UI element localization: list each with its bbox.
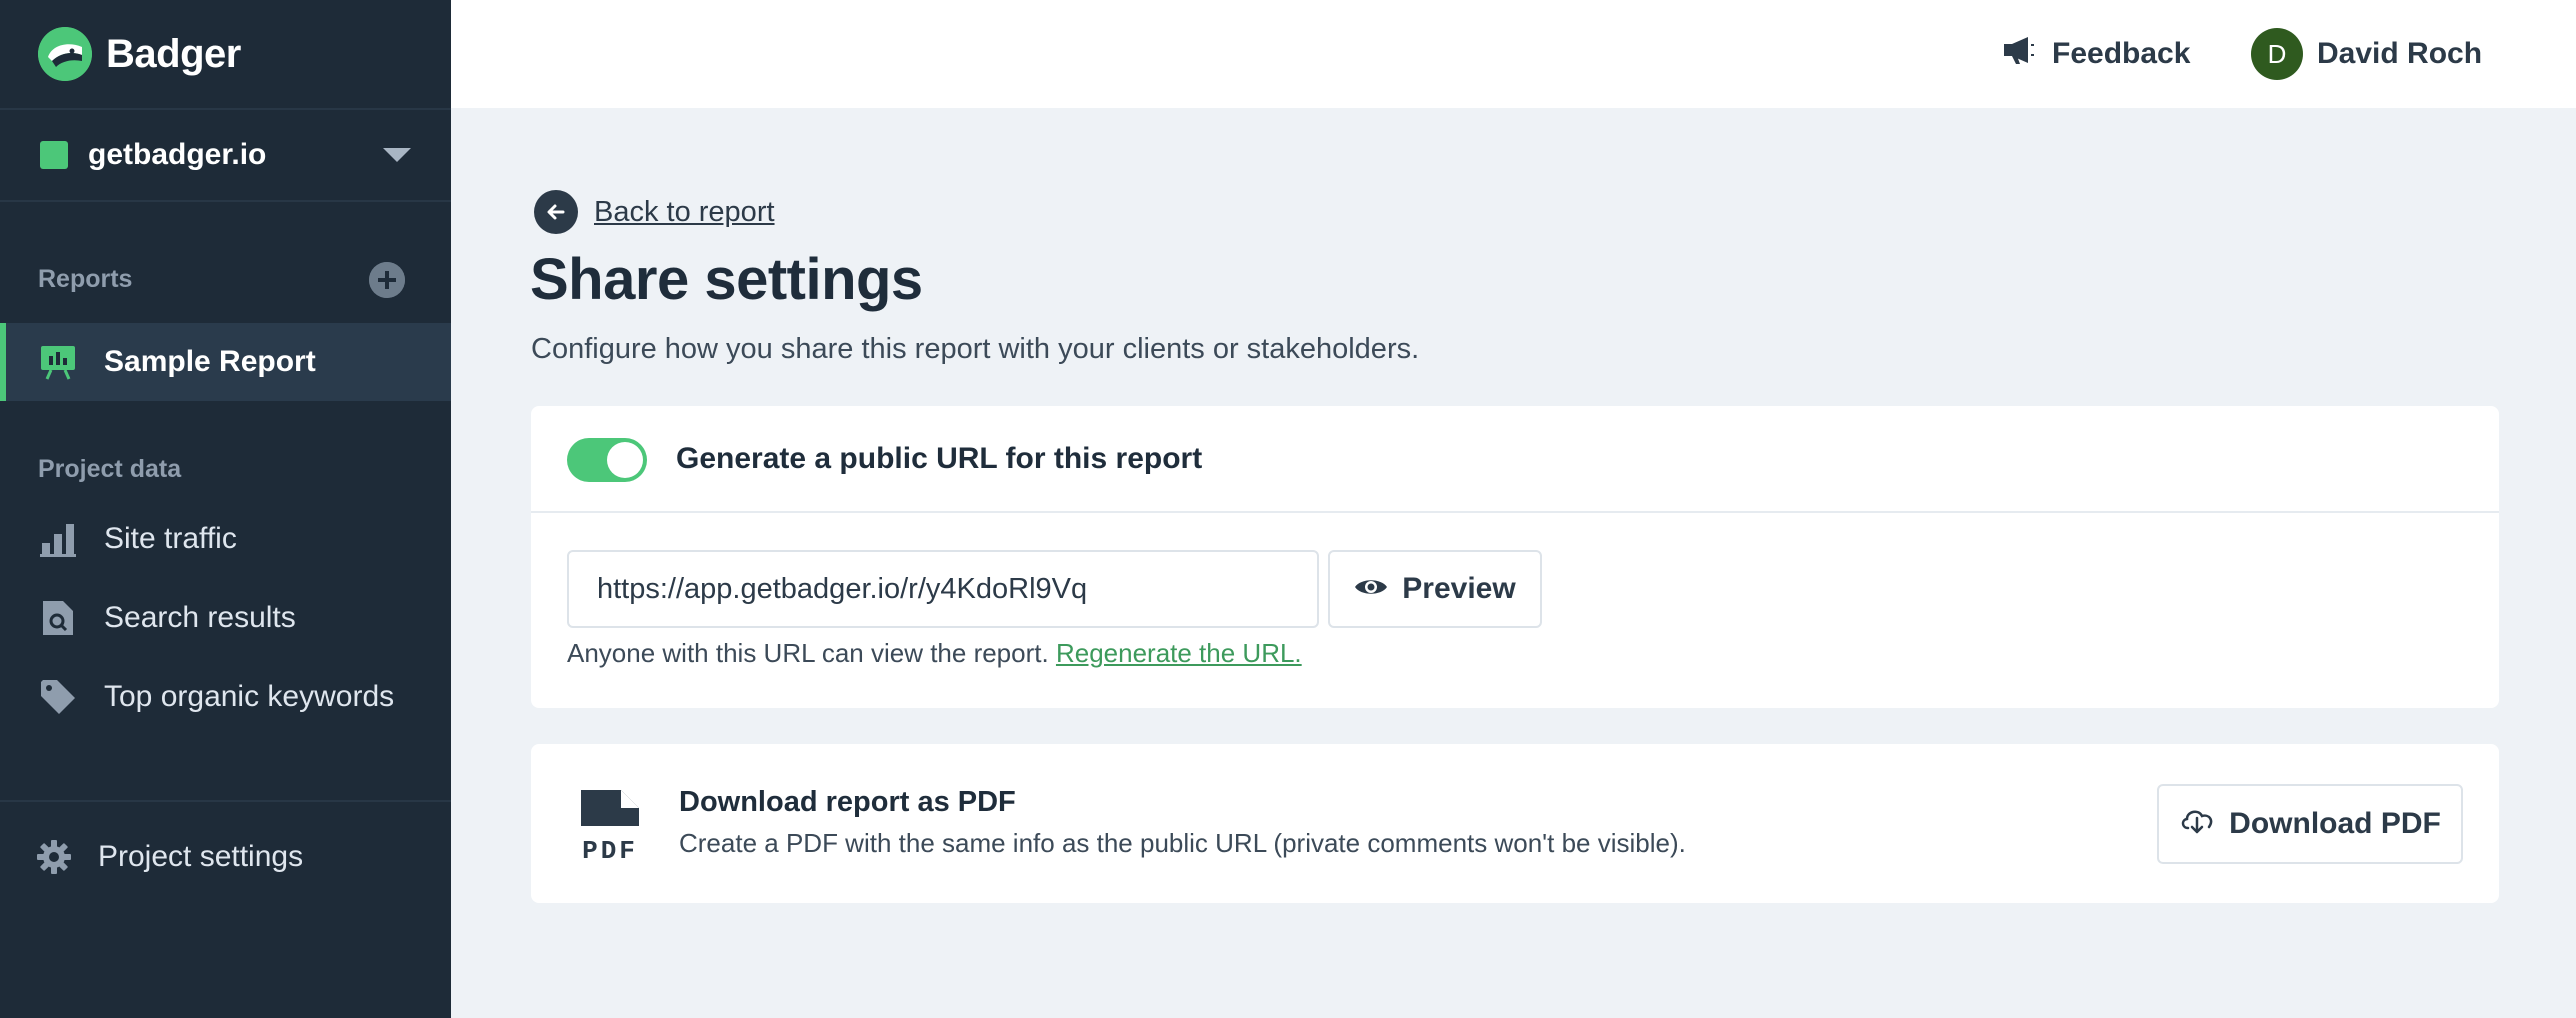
regenerate-url-link[interactable]: Regenerate the URL.	[1056, 638, 1302, 668]
sidebar-item-label: Top organic keywords	[104, 680, 395, 713]
preview-label: Preview	[1402, 572, 1516, 605]
tag-icon	[38, 677, 78, 717]
pdf-title: Download report as PDF	[679, 786, 1016, 818]
sidebar-item-top-organic-keywords[interactable]: Top organic keywords	[0, 658, 451, 736]
divider	[0, 800, 451, 802]
sidebar-item-label: Site traffic	[104, 522, 237, 555]
sidebar-item-label: Search results	[104, 601, 296, 634]
brand-name: Badger	[106, 31, 241, 76]
user-menu[interactable]: D David Roch	[2251, 28, 2482, 80]
pdf-description: Create a PDF with the same info as the p…	[679, 828, 1686, 858]
eye-icon	[1354, 572, 1388, 606]
toggle-knob	[607, 442, 643, 478]
page-title: Share settings	[530, 247, 923, 312]
sidebar-item-project-settings[interactable]: Project settings	[0, 818, 451, 896]
feedback-button[interactable]: Feedback	[2002, 32, 2190, 76]
sidebar-item-sample-report[interactable]: Sample Report	[0, 323, 451, 401]
reports-section-title: Reports	[38, 265, 133, 293]
project-name: getbadger.io	[88, 138, 267, 171]
search-document-icon	[38, 598, 78, 638]
preview-button[interactable]: Preview	[1328, 550, 1542, 628]
project-switcher[interactable]: getbadger.io	[0, 110, 451, 200]
feedback-label: Feedback	[2052, 37, 2191, 70]
url-help-text: Anyone with this URL can view the report…	[567, 638, 1302, 669]
arrow-left-icon	[534, 190, 578, 234]
pdf-file-icon: PDF	[577, 788, 643, 866]
user-name: David Roch	[2317, 37, 2483, 70]
sidebar-item-label: Sample Report	[104, 345, 316, 378]
sidebar-item-search-results[interactable]: Search results	[0, 579, 451, 657]
gear-icon	[34, 837, 74, 877]
public-url-card: Generate a public URL for this report Pr…	[531, 406, 2499, 708]
brand[interactable]: Badger	[38, 26, 241, 82]
download-pdf-label: Download PDF	[2229, 807, 2441, 840]
back-link-label: Back to report	[594, 195, 775, 228]
chevron-down-icon	[383, 148, 411, 162]
public-url-field[interactable]	[567, 550, 1319, 628]
download-pdf-button[interactable]: Download PDF	[2157, 784, 2463, 864]
url-help-label: Anyone with this URL can view the report…	[567, 638, 1049, 668]
bar-chart-icon	[38, 519, 78, 559]
public-url-toggle[interactable]	[567, 438, 647, 482]
add-report-button[interactable]	[369, 262, 405, 298]
public-url-toggle-label: Generate a public URL for this report	[676, 442, 1203, 475]
sidebar-item-label: Project settings	[98, 840, 304, 873]
badger-logo-icon	[38, 27, 92, 81]
avatar: D	[2251, 28, 2303, 80]
pdf-card: PDF Download report as PDF Create a PDF …	[531, 744, 2499, 903]
divider	[0, 200, 451, 202]
sidebar-item-site-traffic[interactable]: Site traffic	[0, 500, 451, 578]
pdf-icon-text: PDF	[582, 836, 638, 862]
plus-icon	[369, 262, 405, 298]
page-subtitle: Configure how you share this report with…	[531, 333, 1420, 365]
project-color-swatch	[40, 141, 68, 169]
megaphone-icon	[2002, 35, 2036, 73]
back-to-report-link[interactable]: Back to report	[534, 190, 775, 234]
cloud-download-icon	[2179, 806, 2215, 842]
sidebar: Badger getbadger.io Reports Sample Repor…	[0, 0, 451, 1018]
presentation-chart-icon	[38, 342, 78, 382]
project-data-section-title: Project data	[38, 455, 182, 483]
public-url-card-header: Generate a public URL for this report	[531, 406, 2499, 513]
